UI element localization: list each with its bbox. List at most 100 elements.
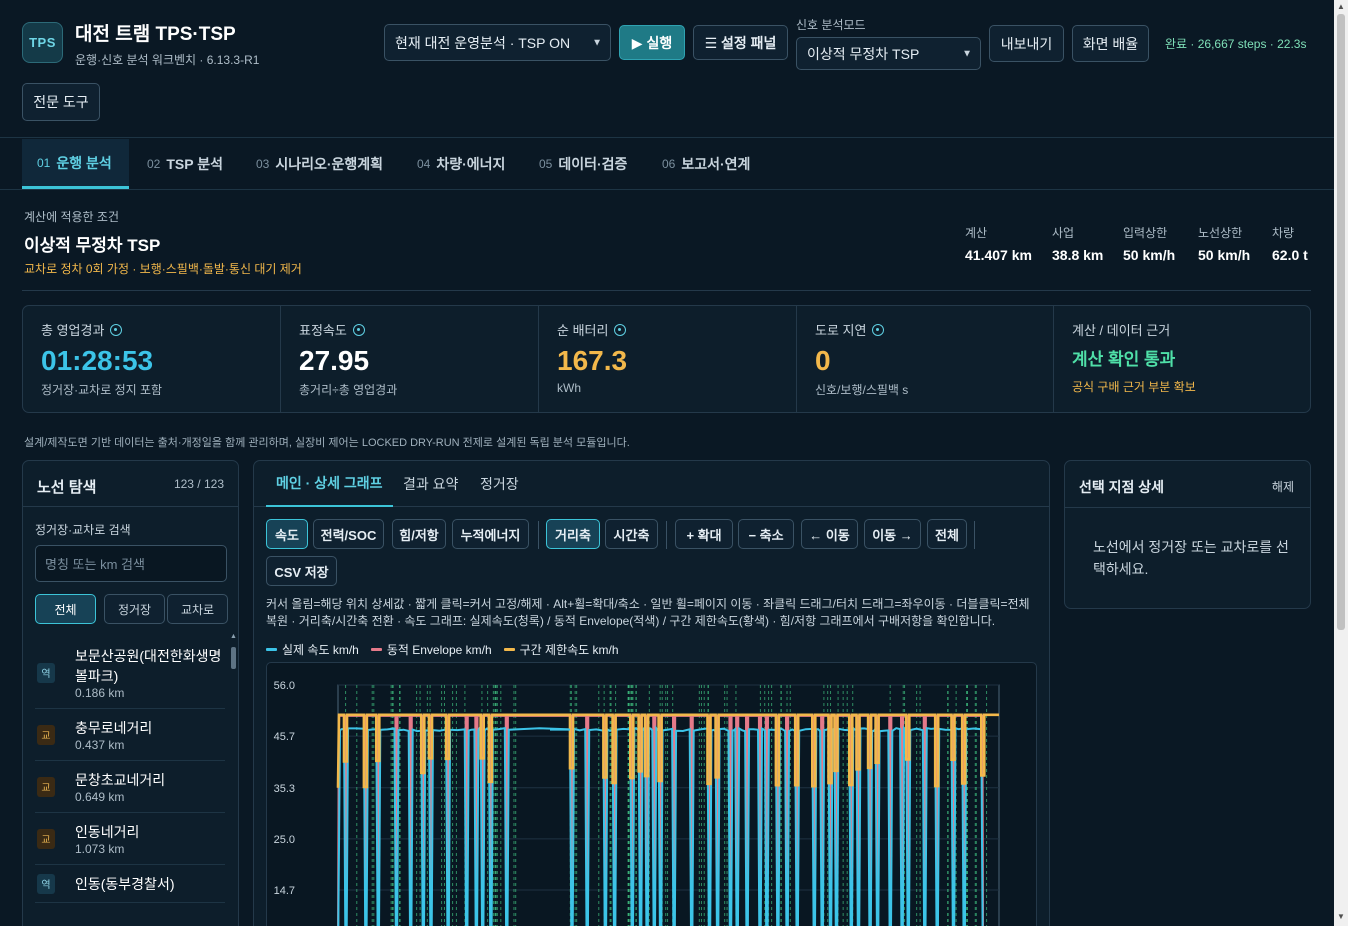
settings-panel-button[interactable]: ☰ 설정 패널 — [693, 25, 788, 60]
toolbar-divider — [538, 521, 539, 549]
speed-view-button[interactable]: 속도 — [266, 519, 308, 549]
kpi-subtext: kWh — [557, 381, 581, 395]
spec-input-limit: 입력상한 50 km/h — [1123, 224, 1175, 263]
clear-selection-button[interactable]: 해제 — [1272, 478, 1294, 495]
spec-key: 노선상한 — [1198, 226, 1243, 240]
scenario-select[interactable]: 현재 대전 운영분석 · TSP ON ▼ — [384, 24, 611, 61]
y-tick-label: 35.3 — [274, 783, 295, 795]
cumulative-energy-button[interactable]: 누적에너지 — [452, 519, 529, 549]
run-button[interactable]: ▶ 실행 — [619, 25, 685, 60]
spec-key: 사업 — [1052, 226, 1075, 240]
signal-mode-select[interactable]: 이상적 무정차 TSP ▼ — [796, 37, 981, 70]
distance-axis-button[interactable]: 거리축 — [546, 519, 600, 549]
spec-value: 62.0 t — [1272, 247, 1308, 263]
kpi-value: 0 — [815, 345, 831, 376]
graph-help-text: 커서 올림=해당 위치 상세값 · 짧게 클릭=커서 고정/해제 · Alt+휠… — [266, 597, 1030, 628]
tab-scenario[interactable]: 03 시나리오·운행계획 — [256, 139, 383, 189]
screen-scale-button[interactable]: 화면 배율 — [1072, 25, 1149, 62]
zoom-out-button[interactable]: − 축소 — [738, 519, 794, 549]
tab-operation-analysis[interactable]: 01 운행 분석 — [22, 139, 129, 189]
speed-chart-svg[interactable]: 56.0 45.7 35.3 25.0 14.7 — [267, 663, 1037, 926]
legend-item: 동적 Envelope km/h — [370, 641, 492, 658]
legend-item: 구간 제한속도 km/h — [503, 641, 619, 658]
scenario-select-value: 현재 대전 운영분석 · TSP ON — [395, 34, 571, 51]
tab-label: 운행 분석 — [56, 154, 112, 171]
info-icon[interactable] — [614, 323, 627, 336]
reset-zoom-button[interactable]: 전체 — [927, 519, 967, 549]
list-item-name: 충무로네거리 — [75, 720, 153, 736]
expert-tools-button[interactable]: 전문 도구 — [22, 83, 100, 121]
list-item[interactable]: 교 충무로네거리 0.437 km — [35, 709, 225, 761]
tab-number: 01 — [37, 155, 51, 170]
list-item-km: 0.649 km — [75, 790, 125, 804]
spec-key: 계산 — [965, 226, 988, 240]
tab-result-summary[interactable]: 결과 요약 — [403, 461, 458, 507]
legend-label: 동적 Envelope km/h — [386, 643, 492, 657]
info-icon[interactable] — [110, 323, 123, 336]
list-item-name: 인동네거리 — [75, 824, 140, 840]
tab-number: 04 — [417, 157, 431, 171]
kpi-subtext: 공식 구배 근거 부분 확보 — [1072, 380, 1196, 394]
list-item-name: 보문산공원(대전한화생명볼파크) — [75, 648, 222, 684]
point-detail-placeholder: 노선에서 정거장 또는 교차로를 선택하세요. — [1093, 539, 1289, 577]
condition-description: 교차로 정차 0회 가정 · 보행·스필백·돌발·통신 대기 제거 — [24, 262, 302, 276]
info-icon[interactable] — [352, 323, 365, 336]
filter-all-button[interactable]: 전체 — [35, 594, 96, 624]
scroll-up-icon[interactable]: ▲ — [1337, 2, 1345, 11]
point-detail-panel: 선택 지점 상세 해제 노선에서 정거장 또는 교차로를 선택하세요. — [1064, 460, 1311, 609]
page-scrollbar[interactable]: ▲ ▼ — [1334, 0, 1348, 926]
export-button[interactable]: 내보내기 — [989, 25, 1064, 62]
power-soc-button[interactable]: 전력/SOC — [313, 519, 384, 549]
pan-right-button[interactable]: 이동 → — [864, 519, 921, 549]
csv-save-button[interactable]: CSV 저장 — [266, 556, 337, 586]
data-note: 설계/제작도면 기반 데이터는 출처·개정일을 함께 관리하며, 실장비 제어는… — [24, 437, 630, 449]
signal-mode-label: 신호 분석모드 — [796, 18, 866, 32]
list-item[interactable]: 역 인동(동부경찰서) — [35, 865, 225, 903]
route-search-input[interactable]: 명칭 또는 km 검색 — [35, 545, 227, 582]
zoom-in-button[interactable]: + 확대 — [675, 519, 733, 549]
legend-item: 실제 속도 km/h — [266, 641, 359, 658]
info-icon[interactable] — [872, 323, 885, 336]
kpi-subtext: 신호/보행/스필백 s — [815, 383, 909, 397]
kpi-label: 도로 지연 — [815, 323, 867, 338]
list-item-km: 0.437 km — [75, 738, 125, 752]
pan-left-button[interactable]: ← 이동 — [801, 519, 858, 549]
toolbar-divider — [974, 521, 975, 549]
condition-label: 계산에 적용한 조건 — [24, 210, 119, 224]
kpi-label: 표정속도 — [299, 323, 347, 338]
signal-mode-value: 이상적 무정차 TSP — [807, 45, 920, 62]
kpi-value: 01:28:53 — [41, 345, 154, 376]
list-scroll-thumb[interactable] — [231, 647, 236, 669]
tab-number: 02 — [147, 157, 161, 171]
force-resistance-button[interactable]: 힘/저항 — [392, 519, 446, 549]
tab-tsp-analysis[interactable]: 02 TSP 분석 — [147, 139, 223, 189]
time-axis-button[interactable]: 시간축 — [605, 519, 658, 549]
station-badge: 역 — [37, 662, 55, 683]
graph-panel: 메인 · 상세 그래프 결과 요약 정거장 속도 전력/SOC 힘/저항 누적에… — [253, 460, 1050, 926]
filter-station-button[interactable]: 정거장 — [104, 594, 165, 624]
list-item[interactable]: 교 문창초교네거리 0.649 km — [35, 761, 225, 813]
tab-number: 03 — [256, 157, 270, 171]
station-badge: 역 — [37, 873, 55, 894]
list-scrollbar[interactable] — [231, 637, 237, 926]
speed-chart[interactable]: 56.0 45.7 35.3 25.0 14.7 — [266, 662, 1037, 926]
intersection-badge: 교 — [37, 724, 55, 745]
tab-data-validation[interactable]: 05 데이터·검증 — [539, 139, 627, 189]
filter-intersection-button[interactable]: 교차로 — [167, 594, 228, 624]
y-tick-label: 45.7 — [274, 731, 295, 743]
list-item[interactable]: 역 보문산공원(대전한화생명볼파크) 0.186 km — [35, 637, 225, 709]
legend-swatch — [503, 648, 515, 651]
tab-stations[interactable]: 정거장 — [480, 461, 519, 507]
kpi-value: 27.95 — [299, 345, 370, 376]
list-item-km: 0.186 km — [75, 686, 125, 700]
legend-swatch — [266, 648, 277, 651]
tab-report[interactable]: 06 보고서·연계 — [662, 139, 750, 189]
tab-main-graph[interactable]: 메인 · 상세 그래프 — [266, 461, 393, 507]
tab-vehicle-energy[interactable]: 04 차량·에너지 — [417, 139, 505, 189]
route-list: 역 보문산공원(대전한화생명볼파크) 0.186 km 교 충무로네거리 0.4… — [35, 637, 225, 903]
scroll-down-icon[interactable]: ▼ — [1337, 912, 1345, 921]
page-scroll-thumb[interactable] — [1337, 14, 1345, 630]
list-item[interactable]: 교 인동네거리 1.073 km — [35, 813, 225, 865]
spec-route-limit: 노선상한 50 km/h — [1198, 224, 1250, 263]
tab-number: 06 — [662, 157, 676, 171]
